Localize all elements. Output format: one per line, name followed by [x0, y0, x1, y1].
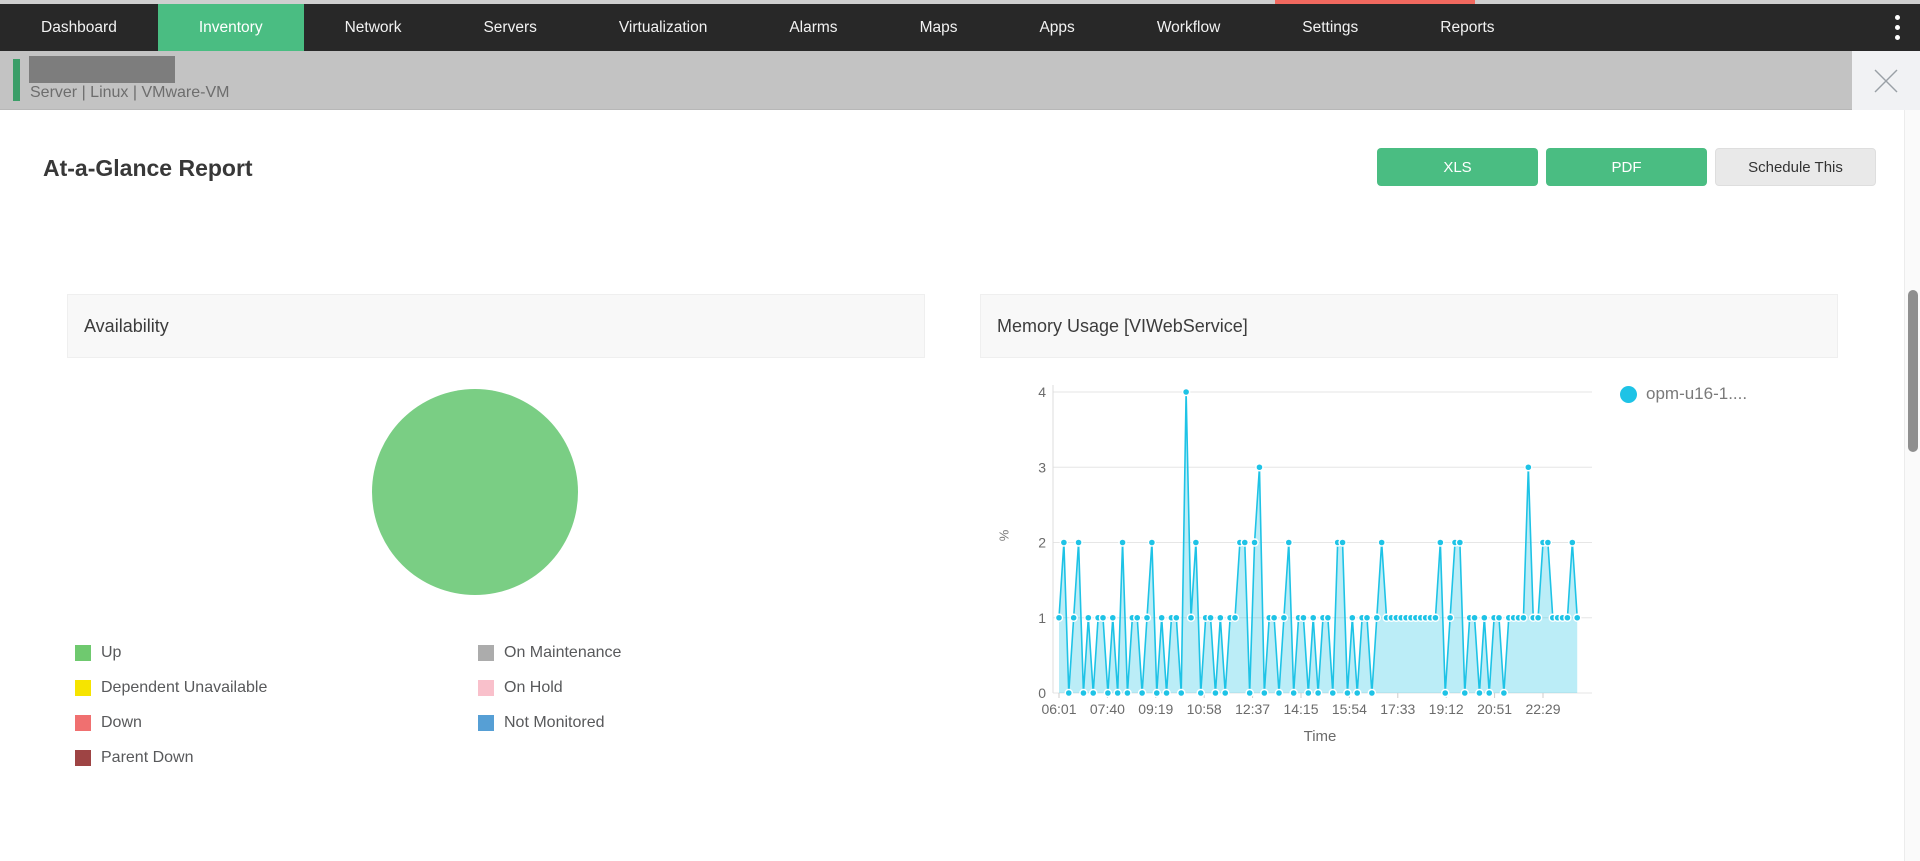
- device-name-redacted: [29, 56, 175, 83]
- nav-tab-reports[interactable]: Reports: [1399, 4, 1535, 51]
- vertical-scrollbar-thumb[interactable]: [1908, 290, 1918, 452]
- svg-text:20:51: 20:51: [1477, 701, 1512, 717]
- nav-tab-settings[interactable]: Settings: [1261, 4, 1399, 51]
- status-accent-bar: [13, 59, 20, 101]
- nav-tab-inventory[interactable]: Inventory: [157, 4, 304, 51]
- close-panel: [1852, 51, 1920, 110]
- main-navbar: Dashboard Inventory Network Servers Virt…: [0, 4, 1920, 51]
- on-maintenance-swatch: [478, 645, 494, 661]
- y-axis-label-percent: %: [996, 529, 1012, 542]
- svg-text:4: 4: [1038, 385, 1046, 400]
- svg-text:0: 0: [1038, 685, 1046, 701]
- svg-text:10:58: 10:58: [1187, 701, 1222, 717]
- kebab-menu-icon[interactable]: [1888, 4, 1906, 51]
- legend-item-down: Down: [75, 714, 267, 731]
- series-dot-icon: [1620, 385, 1637, 403]
- legend-item-up: Up: [75, 644, 267, 661]
- svg-text:14:15: 14:15: [1283, 701, 1318, 717]
- up-swatch: [75, 645, 91, 661]
- nav-tab-alarms[interactable]: Alarms: [748, 4, 878, 51]
- svg-text:1: 1: [1038, 610, 1046, 626]
- availability-pie-chart: [372, 389, 578, 595]
- nav-tab-workflow[interactable]: Workflow: [1116, 4, 1261, 51]
- availability-legend-col1: Up Dependent Unavailable Down Parent Dow…: [75, 644, 267, 766]
- nav-tab-virtualization[interactable]: Virtualization: [578, 4, 748, 51]
- svg-text:12:37: 12:37: [1235, 701, 1270, 717]
- availability-panel-title: Availability: [84, 315, 169, 336]
- svg-text:2: 2: [1038, 535, 1046, 551]
- svg-text:3: 3: [1038, 459, 1046, 475]
- parent-down-swatch: [75, 750, 91, 766]
- svg-text:07:40: 07:40: [1090, 701, 1125, 717]
- series-name: opm-u16-1....: [1646, 384, 1748, 403]
- xls-export-button[interactable]: XLS: [1377, 148, 1538, 186]
- nav-tab-network[interactable]: Network: [304, 4, 443, 51]
- nav-tab-servers[interactable]: Servers: [442, 4, 577, 51]
- on-hold-swatch: [478, 680, 494, 696]
- legend-item-dependent-unavailable: Dependent Unavailable: [75, 679, 267, 696]
- memory-panel-header: Memory Usage [VIWebService]: [980, 294, 1838, 358]
- availability-panel-header: Availability: [67, 294, 925, 358]
- nav-tab-apps[interactable]: Apps: [998, 4, 1115, 51]
- dependent-unavailable-swatch: [75, 680, 91, 696]
- down-swatch: [75, 715, 91, 731]
- svg-text:15:54: 15:54: [1332, 701, 1367, 717]
- memory-usage-chart: 0 1 2 3 4 06:01 07:40 09:19 10:58 12:37 14:15 15:54…: [1038, 385, 1592, 717]
- nav-tab-dashboard[interactable]: Dashboard: [0, 4, 158, 51]
- legend-item-on-hold: On Hold: [478, 679, 621, 696]
- breadcrumb: Server | Linux | VMware-VM: [30, 84, 230, 101]
- device-context-bar: Server | Linux | VMware-VM: [0, 51, 1852, 110]
- page: Dashboard Inventory Network Servers Virt…: [0, 0, 1920, 861]
- schedule-this-button[interactable]: Schedule This: [1715, 148, 1876, 186]
- vertical-scrollbar-track: [1904, 110, 1920, 861]
- close-icon[interactable]: [1871, 66, 1901, 96]
- nav-tab-maps[interactable]: Maps: [879, 4, 999, 51]
- x-axis-label-time: Time: [1303, 728, 1337, 745]
- svg-text:22:29: 22:29: [1525, 701, 1560, 717]
- svg-text:19:12: 19:12: [1429, 701, 1464, 717]
- memory-series-legend[interactable]: opm-u16-1....: [1620, 384, 1747, 404]
- svg-text:06:01: 06:01: [1041, 701, 1076, 717]
- memory-panel-title: Memory Usage [VIWebService]: [997, 315, 1248, 336]
- legend-item-parent-down: Parent Down: [75, 749, 267, 766]
- svg-text:17:33: 17:33: [1380, 701, 1415, 717]
- pdf-export-button[interactable]: PDF: [1546, 148, 1707, 186]
- report-actions: XLS PDF Schedule This: [1377, 148, 1876, 186]
- svg-text:09:19: 09:19: [1138, 701, 1173, 717]
- availability-legend-col2: On Maintenance On Hold Not Monitored: [478, 644, 621, 731]
- page-title: At-a-Glance Report: [43, 155, 253, 181]
- not-monitored-swatch: [478, 715, 494, 731]
- legend-item-on-maintenance: On Maintenance: [478, 644, 621, 661]
- legend-item-not-monitored: Not Monitored: [478, 714, 621, 731]
